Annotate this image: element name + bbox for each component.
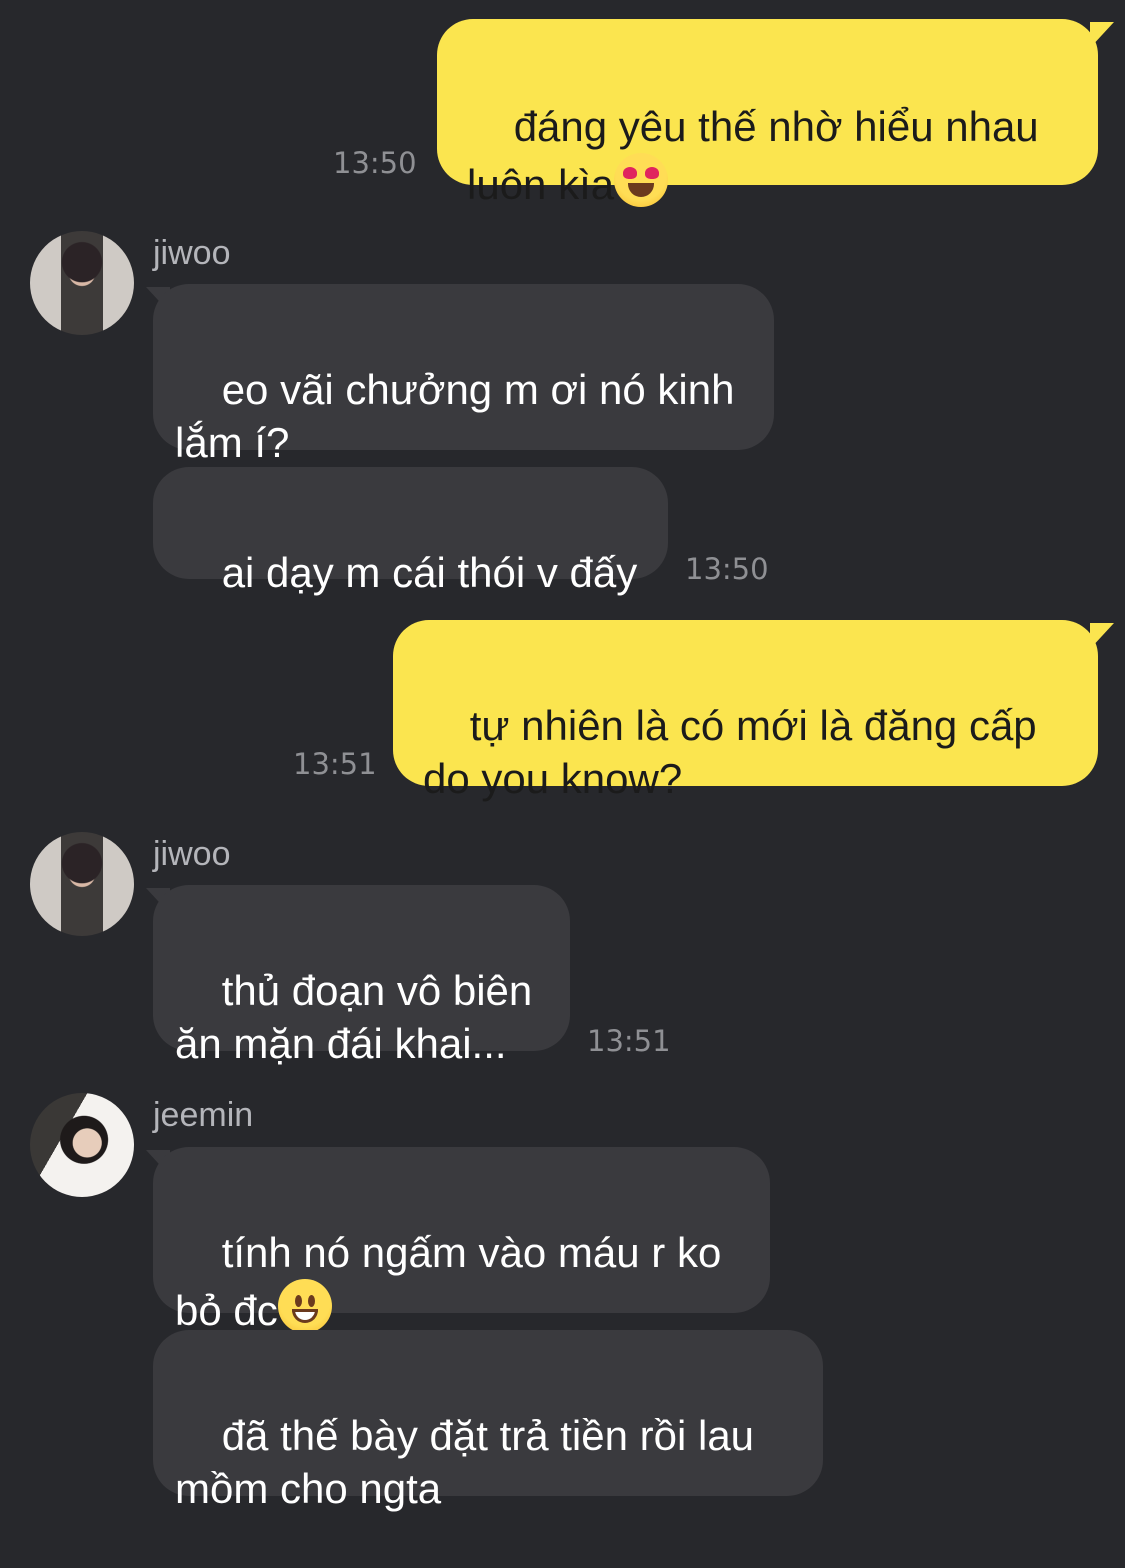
outgoing-message-bubble[interactable]: tự nhiên là có mới là đăng cấp do you kn… — [393, 620, 1098, 802]
message-timestamp: 13:50 — [685, 552, 769, 586]
incoming-message-bubble[interactable]: tính nó ngấm vào máu r ko bỏ đc — [153, 1147, 770, 1334]
message-text: đáng yêu thế nhờ hiểu nhau luôn kìa — [467, 103, 1039, 208]
sender-name: jiwoo — [153, 234, 231, 272]
message-text: ai dạy m cái thói v đấy — [221, 549, 638, 596]
message-timestamp: 13:51 — [293, 747, 377, 781]
avatar-jeemin[interactable] — [30, 1093, 134, 1197]
sender-name: jeemin — [153, 1096, 254, 1134]
message-text: thủ đoạn vô biên ăn mặn đái khai... — [175, 967, 533, 1067]
message-text: tự nhiên là có mới là đăng cấp do you kn… — [423, 702, 1037, 802]
avatar-jiwoo[interactable] — [30, 231, 134, 335]
bubble-tail — [1090, 623, 1114, 649]
message-timestamp: 13:51 — [587, 1024, 671, 1058]
incoming-message-bubble[interactable]: thủ đoạn vô biên ăn mặn đái khai... — [153, 885, 570, 1067]
grinning-emoji-icon — [277, 1279, 332, 1333]
message-text: eo vãi chưởng m ơi nó kinh lắm í? — [175, 366, 735, 466]
chat-area[interactable]: 13:50 đáng yêu thế nhờ hiểu nhau luôn kì… — [0, 0, 1125, 1512]
heart-eyes-emoji-icon — [614, 153, 669, 207]
bubble-tail — [1090, 22, 1114, 48]
message-text: đã thế bày đặt trả tiền rồi lau mồm cho … — [175, 1412, 755, 1512]
outgoing-message-bubble[interactable]: đáng yêu thế nhờ hiểu nhau luôn kìa — [437, 19, 1098, 208]
sender-name: jiwoo — [153, 835, 231, 873]
message-timestamp: 13:50 — [333, 146, 417, 180]
message-text: tính nó ngấm vào máu r ko bỏ đc — [175, 1229, 722, 1334]
avatar-jiwoo[interactable] — [30, 832, 134, 936]
incoming-message-bubble[interactable]: đã thế bày đặt trả tiền rồi lau mồm cho … — [153, 1330, 823, 1512]
incoming-message-bubble[interactable]: eo vãi chưởng m ơi nó kinh lắm í? — [153, 284, 774, 466]
incoming-message-bubble[interactable]: ai dạy m cái thói v đấy — [153, 467, 668, 596]
